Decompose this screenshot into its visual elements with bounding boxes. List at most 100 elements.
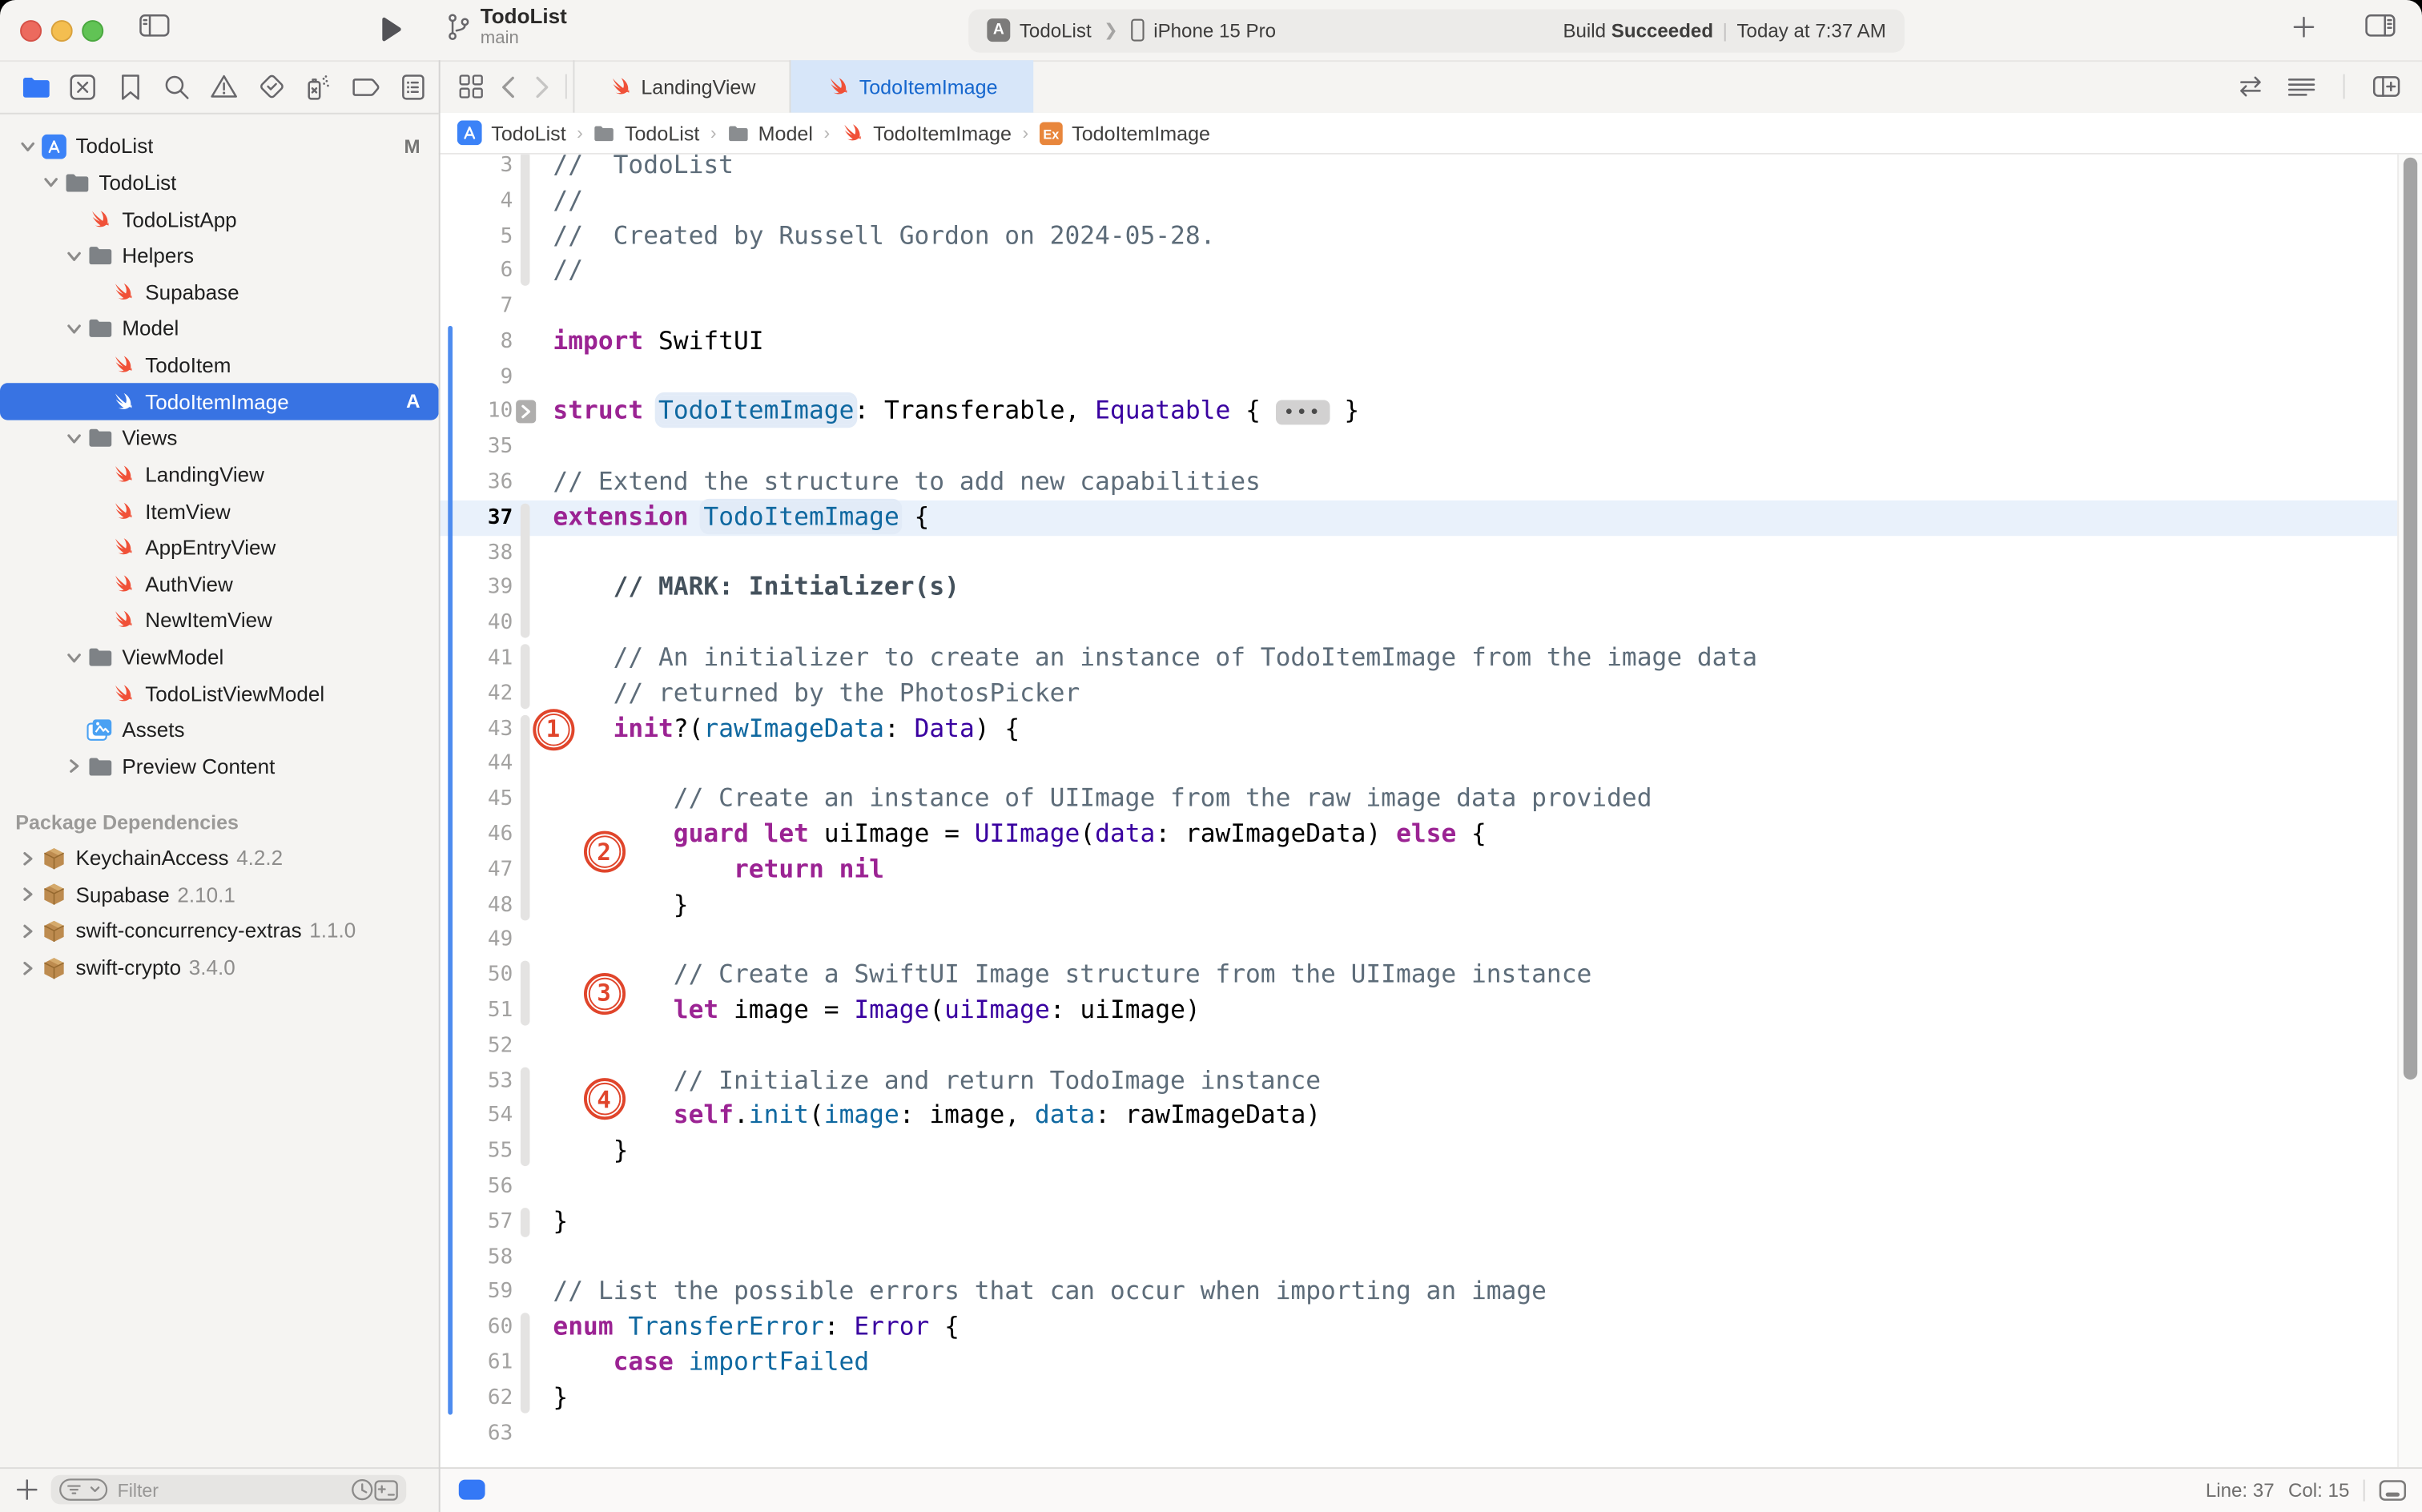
code-line-5[interactable]: 5// Created by Russell Gordon on 2024-05… [439,219,2422,254]
code-line-52[interactable]: 52 [439,1028,2422,1064]
add-editor-icon[interactable] [2372,75,2400,97]
scrollbar-track[interactable] [2397,155,2422,1467]
sidebar-item-todolist[interactable]: TodoList [0,165,439,202]
code-fold-indicator[interactable] [516,400,536,424]
code-line-4[interactable]: 4// [439,183,2422,219]
code-line-40[interactable]: 40 [439,606,2422,641]
scrollbar-thumb[interactable] [2404,158,2417,1080]
minimize-window-button[interactable] [51,20,73,42]
scheme-selector[interactable]: A TodoList ❯ iPhone 15 Pro [987,19,1276,42]
filter-icon[interactable] [58,1478,108,1502]
sidebar-item-todoitemimage[interactable]: TodoItemImageA [0,384,439,420]
sidebar-item-supabase[interactable]: Supabase2.10.1 [0,876,439,913]
source-control-navigator-icon[interactable] [59,66,107,107]
sidebar-item-viewmodel[interactable]: ViewModel [0,639,439,676]
sidebar-item-swift-crypto[interactable]: swift-crypto3.4.0 [0,950,439,987]
code-review-icon[interactable] [2235,75,2267,97]
minimap-indicator[interactable] [459,1480,485,1500]
chevron-down-icon[interactable] [62,651,86,663]
code-line-43[interactable]: 43 init?(rawImageData: Data) { [439,711,2422,746]
sidebar-item-newitemview[interactable]: NewItemView [0,602,439,639]
chevron-down-icon[interactable] [62,432,86,444]
source-editor[interactable]: 3// TodoList4//5// Created by Russell Go… [439,155,2422,1467]
code-line-46[interactable]: 46 guard let uiImage = UIImage(data: raw… [439,817,2422,852]
sidebar-item-preview-content[interactable]: Preview Content [0,749,439,786]
code-line-63[interactable]: 63 [439,1416,2422,1451]
breadcrumb-item[interactable]: Model [727,121,813,144]
tests-navigator-icon[interactable] [248,66,296,107]
code-line-45[interactable]: 45 // Create an instance of UIImage from… [439,782,2422,817]
chevron-right-icon[interactable] [15,850,40,866]
chevron-down-icon[interactable] [15,140,40,152]
code-line-59[interactable]: 59// List the possible errors that can o… [439,1275,2422,1310]
toggle-navigator-icon[interactable] [139,14,171,37]
breadcrumb-item[interactable]: TodoList [457,120,566,145]
code-line-3[interactable]: 3// TodoList [439,155,2422,183]
breadcrumb-item[interactable]: TodoItemImage [841,121,1012,144]
sidebar-item-views[interactable]: Views [0,420,439,457]
activity-view[interactable]: A TodoList ❯ iPhone 15 Pro Build Succeed… [968,10,1905,52]
code-line-60[interactable]: 60enum TransferError: Error { [439,1310,2422,1345]
related-items-icon[interactable] [451,74,491,99]
sidebar-item-swift-concurrency-extras[interactable]: swift-concurrency-extras1.1.0 [0,913,439,950]
sidebar-item-appentryview[interactable]: AppEntryView [0,529,439,566]
sidebar-item-todoitem[interactable]: TodoItem [0,347,439,384]
sidebar-item-todolistviewmodel[interactable]: TodoListViewModel [0,676,439,713]
code-line-6[interactable]: 6// [439,254,2422,289]
code-line-7[interactable]: 7 [439,289,2422,324]
code-line-36[interactable]: 36// Extend the structure to add new cap… [439,465,2422,501]
code-line-37[interactable]: 37extension TodoItemImage { [439,501,2422,536]
bookmarks-navigator-icon[interactable] [107,66,154,107]
breakpoints-navigator-icon[interactable] [342,66,389,107]
code-line-10[interactable]: 10struct TodoItemImage: Transferable, Eq… [439,395,2422,430]
code-line-44[interactable]: 44 [439,746,2422,782]
chevron-down-icon[interactable] [38,177,63,189]
recent-files-clock-icon[interactable] [351,1478,374,1502]
code-line-41[interactable]: 41 // An initializer to create an instan… [439,641,2422,676]
tab-landingview[interactable]: LandingView [573,60,791,113]
tab-todoitemimage[interactable]: TodoItemImage [791,60,1033,113]
code-line-47[interactable]: 47 return nil [439,852,2422,887]
sidebar-item-landingview[interactable]: LandingView [0,456,439,493]
sidebar-item-todolistapp[interactable]: TodoListApp [0,201,439,238]
library-plus-icon[interactable] [2292,15,2315,38]
sidebar-item-model[interactable]: Model [0,311,439,348]
debug-navigator-icon[interactable] [295,66,342,107]
reports-navigator-icon[interactable] [389,66,437,107]
code-line-38[interactable]: 38 [439,536,2422,571]
code-line-61[interactable]: 61 case importFailed [439,1345,2422,1381]
code-line-53[interactable]: 53 // Initialize and return TodoImage in… [439,1064,2422,1099]
code-line-35[interactable]: 35 [439,430,2422,465]
code-line-57[interactable]: 57} [439,1204,2422,1240]
issues-navigator-icon[interactable] [201,66,248,107]
code-line-49[interactable]: 49 [439,923,2422,958]
sidebar-item-assets[interactable]: Assets [0,712,439,749]
run-destination[interactable]: iPhone 15 Pro [1153,20,1276,42]
editor-options-icon[interactable] [2287,76,2315,96]
code-line-54[interactable]: 54 self.init(image: image, data: rawImag… [439,1099,2422,1134]
find-navigator-icon[interactable] [154,66,201,107]
code-line-9[interactable]: 9 [439,360,2422,395]
chevron-down-icon[interactable] [62,323,86,335]
go-forward-icon[interactable] [525,75,559,99]
sidebar-item-todolist[interactable]: TodoListM [0,128,439,165]
scheme-name[interactable]: TodoList [1020,20,1092,42]
filter-input[interactable]: Filter [51,1475,407,1505]
code-line-55[interactable]: 55 } [439,1134,2422,1169]
add-file-plus-icon[interactable] [15,1478,38,1502]
chevron-right-icon[interactable] [15,923,40,939]
sidebar-item-authview[interactable]: AuthView [0,566,439,603]
toggle-inspector-icon[interactable] [2365,14,2396,37]
sidebar-item-keychainaccess[interactable]: KeychainAccess4.2.2 [0,840,439,877]
code-line-42[interactable]: 42 // returned by the PhotosPicker [439,676,2422,711]
code-line-62[interactable]: 62} [439,1381,2422,1416]
zoom-window-button[interactable] [82,20,103,42]
chevron-right-icon[interactable] [62,759,86,774]
run-button[interactable] [380,17,401,42]
project-navigator-icon[interactable] [12,66,59,107]
sidebar-item-helpers[interactable]: Helpers [0,238,439,275]
chevron-right-icon[interactable] [15,887,40,903]
go-back-icon[interactable] [491,75,525,99]
breadcrumb-item[interactable]: TodoList [593,121,699,144]
sidebar-item-supabase[interactable]: Supabase [0,274,439,311]
